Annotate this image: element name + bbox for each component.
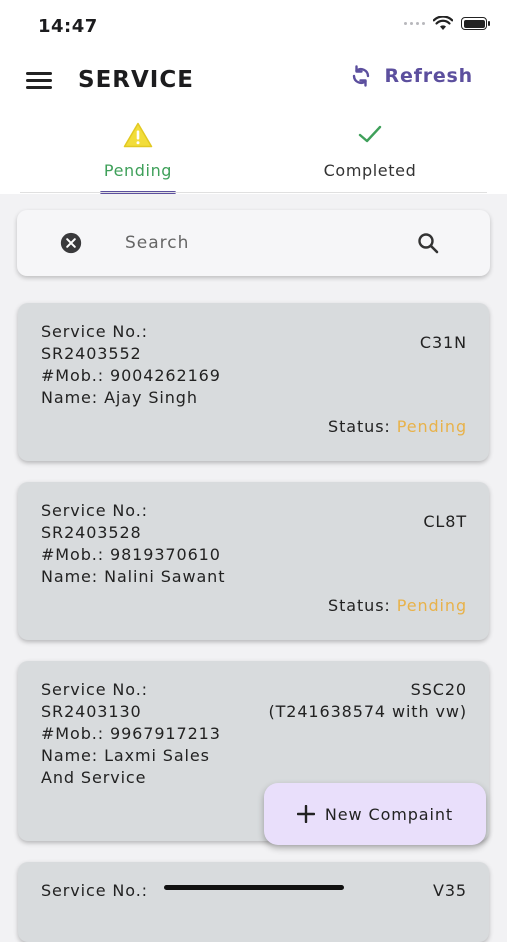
menu-icon[interactable] [26, 72, 52, 90]
search-input[interactable] [125, 228, 405, 258]
app-bar: SERVICE Refresh [0, 50, 507, 112]
tab-completed-label: Completed [323, 161, 417, 180]
status-icons [404, 16, 490, 31]
service-card[interactable]: Service No.: V35 [18, 862, 489, 942]
status-bar: 14:47 [0, 0, 507, 50]
service-card[interactable]: Service No.: SR2403552 #Mob.: 9004262169… [18, 303, 489, 461]
tab-completed[interactable]: Completed [270, 112, 470, 194]
service-number: SR2403130 [41, 702, 142, 721]
model-code: SSC20 [410, 680, 467, 699]
model-code-detail: (T241638574 with vw) [268, 702, 467, 721]
service-no-label: Service No.: [41, 680, 148, 699]
customer-name: Name: Laxmi Sales [41, 746, 210, 765]
service-no-label: Service No.: [41, 322, 148, 341]
tab-pending-label: Pending [103, 161, 173, 180]
service-card[interactable]: Service No.: SR2403528 #Mob.: 9819370610… [18, 482, 489, 640]
page-title: SERVICE [78, 67, 194, 93]
refresh-icon [352, 65, 369, 87]
search-icon[interactable] [416, 231, 440, 255]
home-indicator [164, 885, 344, 890]
tab-pending[interactable]: Pending [38, 112, 238, 194]
status-label: Status: [328, 596, 391, 615]
tab-divider [20, 192, 487, 193]
service-number: SR2403528 [41, 523, 142, 542]
mobile-number: #Mob.: 9819370610 [41, 545, 221, 564]
status-time: 14:47 [38, 16, 98, 37]
model-code: V35 [432, 881, 467, 900]
battery-icon [461, 17, 490, 30]
customer-name: Name: Nalini Sawant [41, 567, 226, 586]
wifi-icon [433, 16, 453, 30]
customer-name-cont: And Service [41, 768, 147, 787]
new-complaint-label: New Compaint [324, 804, 454, 824]
status-label: Status: [328, 417, 391, 436]
mobile-number: #Mob.: 9967917213 [41, 724, 221, 743]
status-line: Status: Pending [328, 596, 467, 615]
status-value: Pending [396, 596, 467, 615]
refresh-button[interactable]: Refresh [349, 64, 473, 88]
status-value: Pending [396, 417, 467, 436]
mobile-number: #Mob.: 9004262169 [41, 366, 221, 385]
new-complaint-button[interactable]: New Compaint [264, 783, 486, 845]
check-icon [358, 125, 382, 143]
signal-icon [404, 22, 425, 25]
search-bar [17, 210, 490, 276]
plus-icon [296, 805, 315, 823]
service-number: SR2403552 [41, 344, 142, 363]
model-code: C31N [419, 333, 467, 352]
warning-icon [123, 122, 153, 148]
clear-icon[interactable] [58, 232, 84, 254]
model-code: CL8T [423, 512, 467, 531]
service-no-label: Service No.: [41, 501, 148, 520]
tab-bar: Pending Completed [0, 112, 507, 194]
status-line: Status: Pending [328, 417, 467, 436]
service-no-label: Service No.: [41, 881, 148, 900]
customer-name: Name: Ajay Singh [41, 388, 198, 407]
refresh-label: Refresh [384, 65, 473, 87]
